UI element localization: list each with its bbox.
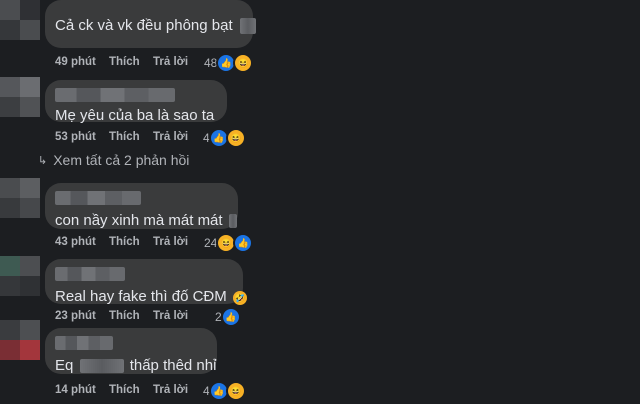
blurred-emoji (228, 214, 237, 229)
view-all-replies-link[interactable]: ↳ Xem tất cả 2 phản hồi (38, 152, 189, 168)
reaction-count: 24 (204, 236, 218, 250)
haha-icon: 😆 (225, 128, 246, 148)
view-replies-label: Xem tất cả 2 phản hồi (53, 152, 190, 168)
comment-text: Mẹ yêu của ba là sao ta (55, 107, 215, 124)
reply-button[interactable]: Trả lời (153, 56, 188, 68)
reply-button[interactable]: Trả lời (153, 131, 188, 143)
comment-bubble: Cả ck và vk đều phông bạt (45, 0, 256, 48)
like-button[interactable]: Thích (109, 236, 153, 248)
haha-icon: 😆 (225, 381, 246, 401)
reaction-count: 48 (204, 56, 218, 70)
reaction-summary[interactable]: 4 👍 😆 (203, 381, 246, 401)
comment-actions: 53 phút Thích Trả lời (55, 131, 188, 143)
reaction-summary[interactable]: 24 😆 👍 (204, 233, 254, 253)
avatar[interactable] (0, 320, 40, 360)
reply-button[interactable]: Trả lời (153, 384, 188, 396)
comment-text: con nầy xinh mà mát mát (55, 212, 223, 229)
comment-actions: 43 phút Thích Trả lời (55, 236, 188, 248)
like-icon: 👍 (233, 233, 254, 253)
comment-text: Cả ck và vk đều phông bạt (55, 17, 233, 34)
reply-button[interactable]: Trả lời (153, 310, 188, 322)
comment-text-prefix: Eq (55, 357, 74, 374)
reaction-summary[interactable]: 2 👍 (215, 307, 241, 327)
rofl-emoji-icon: 🤣 (232, 291, 247, 305)
avatar[interactable] (0, 0, 40, 40)
comment-actions: 49 phút Thích Trả lời (55, 56, 188, 68)
reply-button[interactable]: Trả lời (153, 236, 188, 248)
comment-text: Real hay fake thì đố CĐM (55, 288, 227, 305)
haha-icon: 😆 (233, 53, 254, 73)
like-button[interactable]: Thích (109, 56, 153, 68)
comment-bubble: con nầy xinh mà mát mát (45, 183, 238, 229)
like-button[interactable]: Thích (109, 384, 153, 396)
like-icon: 👍 (220, 307, 241, 327)
comment-time[interactable]: 23 phút (55, 310, 109, 322)
like-button[interactable]: Thích (109, 131, 153, 143)
blurred-word (79, 359, 124, 374)
comment-text-suffix: thấp thêd nhỉ (129, 357, 217, 374)
blurred-author-name (55, 191, 141, 205)
blurred-author-name (55, 336, 113, 350)
reply-arrow-icon: ↳ (38, 154, 48, 167)
comment-time[interactable]: 14 phút (55, 384, 109, 396)
comment-time[interactable]: 49 phút (55, 56, 109, 68)
comment-time[interactable]: 53 phút (55, 131, 109, 143)
comment-time[interactable]: 43 phút (55, 236, 109, 248)
avatar[interactable] (0, 178, 40, 218)
like-button[interactable]: Thích (109, 310, 153, 322)
comment-bubble: Eq thấp thêd nhỉ (45, 328, 217, 374)
avatar[interactable] (0, 256, 40, 296)
comment-bubble: Mẹ yêu của ba là sao ta (45, 80, 227, 124)
comment-actions: 23 phút Thích Trả lời (55, 310, 188, 322)
reaction-summary[interactable]: 48 👍 😆 (204, 53, 254, 73)
reaction-summary[interactable]: 4 👍 😆 (203, 128, 246, 148)
comment-actions: 14 phút Thích Trả lời (55, 384, 188, 396)
blurred-author-name (55, 88, 175, 102)
blurred-author-name (55, 267, 125, 281)
blurred-emoji (239, 18, 256, 35)
avatar[interactable] (0, 77, 40, 117)
comment-bubble: Real hay fake thì đố CĐM 🤣 (45, 259, 247, 305)
